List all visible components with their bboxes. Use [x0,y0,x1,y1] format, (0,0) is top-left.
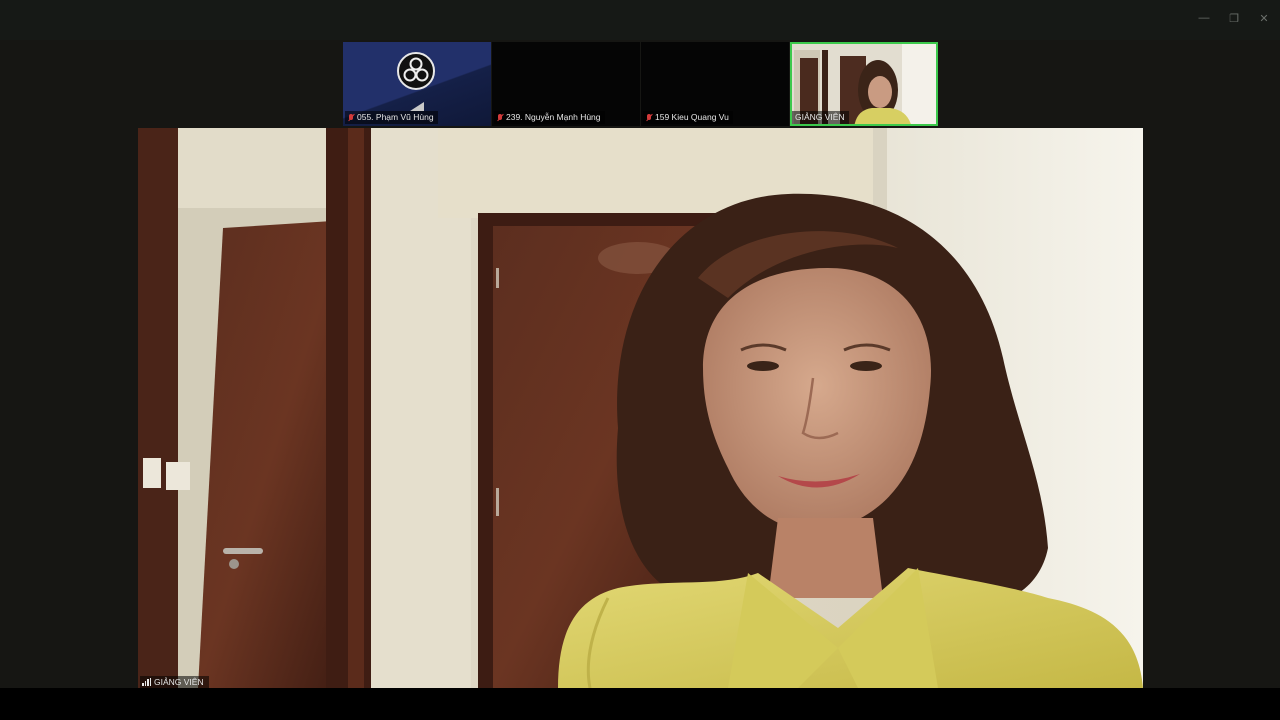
participant-name-tag: 239. Nguyễn Mạnh Hùng [494,111,605,124]
participant-tile[interactable]: 159 Kieu Quang Vu [641,42,789,126]
obs-logo-icon [397,52,435,90]
mic-muted-icon [348,113,354,122]
participant-name-tag: 055. Phạm Vũ Hùng [345,111,438,124]
main-video[interactable]: GIẢNG VIÊN [138,128,1143,688]
title-bar: — ❐ ✕ [0,0,1280,40]
close-button[interactable]: ✕ [1256,10,1272,26]
restore-button[interactable]: ❐ [1226,10,1242,26]
bottom-bar [0,688,1280,720]
window-controls: — ❐ ✕ [1196,10,1272,26]
speaker-name: GIẢNG VIÊN [154,677,204,687]
participant-name: GIẢNG VIÊN [795,112,845,122]
signal-bars-icon [142,678,151,686]
minimize-button[interactable]: — [1196,10,1212,26]
participant-tile[interactable]: 055. Phạm Vũ Hùng [343,42,491,126]
participant-name-tag: 159 Kieu Quang Vu [643,111,733,124]
participant-tile[interactable]: 239. Nguyễn Mạnh Hùng [492,42,640,126]
participant-name: 239. Nguyễn Mạnh Hùng [506,112,601,122]
participant-tile-active-speaker[interactable]: GIẢNG VIÊN [790,42,938,126]
participant-name-tag: GIẢNG VIÊN [792,111,849,124]
camera-off-icon [410,102,424,111]
participant-name: 055. Phạm Vũ Hùng [357,112,434,122]
speaker-name-tag: GIẢNG VIÊN [140,676,209,688]
speaker-video-frame [138,128,1143,688]
mic-muted-icon [646,113,652,122]
mic-muted-icon [497,113,503,122]
participant-name: 159 Kieu Quang Vu [655,112,729,122]
